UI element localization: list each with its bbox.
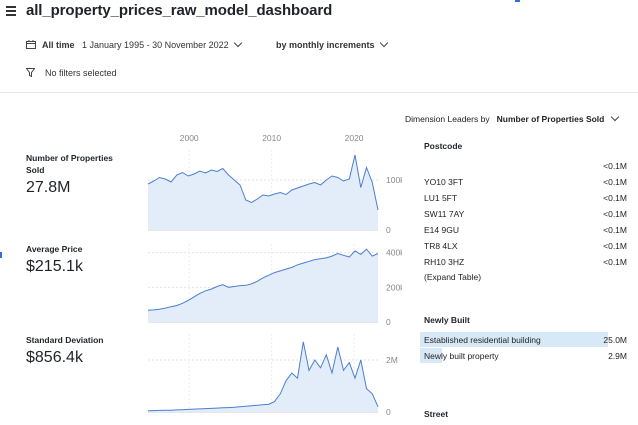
- series-area: [148, 155, 378, 230]
- row-name: Established residential building: [424, 335, 541, 345]
- chevron-down-icon: [611, 112, 620, 122]
- metric-average-price: Average Price $215.1k: [26, 243, 83, 276]
- metric-value: 27.8M: [26, 179, 71, 196]
- year-tick-label: 2010: [262, 133, 281, 143]
- row-value: <0.1M: [603, 193, 627, 203]
- top-edge-marker: [515, 0, 520, 2]
- table-row[interactable]: RH10 3HZ <0.1M: [424, 256, 627, 272]
- chevron-down-icon: [233, 38, 242, 48]
- dimension-leaders-selector[interactable]: Dimension Leaders by Number of Propertie…: [405, 112, 620, 124]
- dashboard-title: all_property_prices_raw_model_dashboard: [26, 2, 333, 19]
- metric-label: Average Price: [26, 244, 83, 254]
- table-row[interactable]: Established residential building 25.0M: [420, 332, 630, 347]
- row-value: <0.1M: [603, 241, 627, 251]
- filter-icon: [25, 68, 36, 78]
- metric-label: Sold: [26, 165, 45, 175]
- table-row[interactable]: SW11 7AY <0.1M: [424, 208, 627, 224]
- expand-table-link[interactable]: (Expand Table): [424, 272, 481, 282]
- row-value: <0.1M: [603, 177, 627, 187]
- leaders-metric: Number of Properties Sold: [496, 114, 605, 124]
- row-name: LU1 5FT: [424, 193, 458, 203]
- row-value: 2.9M: [608, 351, 627, 361]
- toolbar-divider: [0, 92, 638, 93]
- left-edge-marker: [0, 252, 2, 258]
- row-name: TR8 4LX: [424, 241, 458, 251]
- metric-standard-deviation: Standard Deviation $856.4k: [26, 334, 103, 367]
- row-name: SW11 7AY: [424, 209, 465, 219]
- metrics-sparkline-charts[interactable]: 2000 2010 2020 100k 0 400k 200k 0 2M 0: [140, 128, 402, 420]
- row-value: <0.1M: [603, 257, 627, 267]
- postcode-title: Postcode: [424, 141, 463, 151]
- metric-value: $215.1k: [26, 258, 83, 275]
- table-row[interactable]: YO10 3FT <0.1M: [424, 176, 627, 192]
- newly-built-title: Newly Built: [424, 315, 470, 325]
- series-area: [148, 341, 378, 412]
- y-tick-label: 0: [386, 407, 391, 417]
- row-value: <0.1M: [603, 225, 627, 235]
- metric-label: Number of Properties: [26, 153, 113, 163]
- y-tick-label: 400k: [386, 248, 402, 258]
- row-name: RH10 3HZ: [424, 257, 465, 267]
- table-row[interactable]: Newly built property 2.9M: [420, 348, 630, 363]
- y-tick-label: 200k: [386, 282, 402, 292]
- calendar-icon: [26, 40, 36, 49]
- postcode-table: <0.1M YO10 3FT <0.1M LU1 5FT <0.1M SW11 7AY <0…: [424, 160, 627, 272]
- year-tick-label: 2020: [345, 133, 364, 143]
- hamburger-menu-icon[interactable]: [6, 6, 16, 16]
- chevron-down-icon: [379, 38, 388, 48]
- row-value: <0.1M: [603, 161, 627, 171]
- metric-label: Standard Deviation: [26, 335, 104, 345]
- row-value: <0.1M: [603, 209, 627, 219]
- range-value: 1 January 1995 - 30 November 2022: [82, 40, 229, 50]
- y-tick-label: 0: [386, 225, 391, 235]
- filters-button[interactable]: No filters selected: [25, 68, 117, 78]
- increment-label: by monthly increments: [276, 40, 375, 50]
- newly-built-table: Established residential building 25.0M N…: [420, 332, 630, 363]
- table-row[interactable]: TR8 4LX <0.1M: [424, 240, 627, 256]
- date-range-selector[interactable]: All time 1 January 1995 - 30 November 20…: [26, 38, 242, 50]
- y-tick-label: 100k: [386, 175, 402, 185]
- metric-properties-sold: Number of Properties Sold 27.8M: [26, 152, 113, 197]
- series-area: [148, 249, 378, 322]
- row-value: 25.0M: [603, 335, 627, 345]
- table-row[interactable]: E14 9GU <0.1M: [424, 224, 627, 240]
- range-label: All time: [42, 40, 75, 50]
- row-name: YO10 3FT: [424, 177, 464, 187]
- metric-value: $856.4k: [26, 349, 83, 366]
- y-tick-label: 2M: [386, 355, 398, 365]
- street-title: Street: [424, 409, 449, 419]
- table-row[interactable]: <0.1M: [424, 160, 627, 176]
- y-tick-label: 0: [386, 317, 391, 327]
- leaders-prefix: Dimension Leaders by: [405, 114, 490, 124]
- filters-label: No filters selected: [45, 68, 117, 78]
- table-row[interactable]: LU1 5FT <0.1M: [424, 192, 627, 208]
- increment-selector[interactable]: by monthly increments: [276, 38, 388, 50]
- row-name: Newly built property: [424, 351, 499, 361]
- row-name: E14 9GU: [424, 225, 459, 235]
- year-tick-label: 2000: [180, 133, 199, 143]
